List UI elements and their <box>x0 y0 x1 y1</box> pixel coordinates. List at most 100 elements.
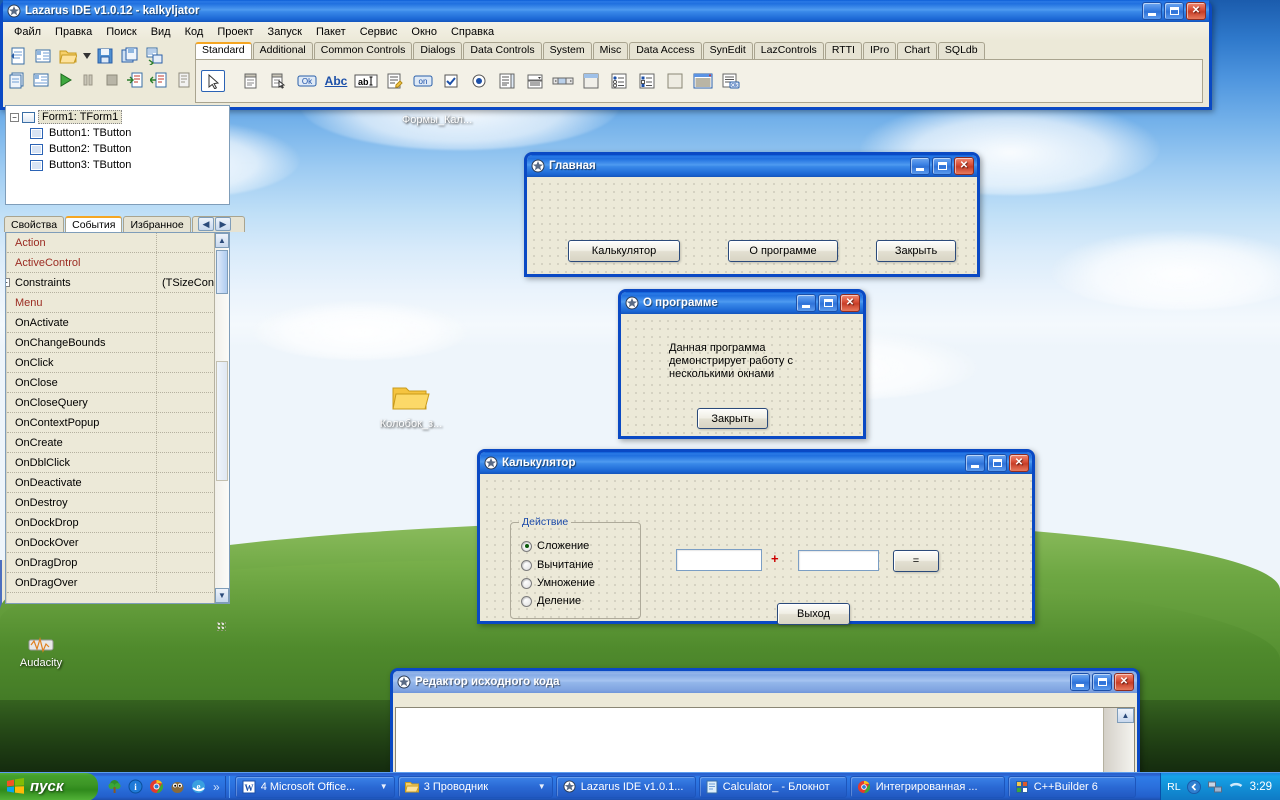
scrollbar-thumb-lower[interactable] <box>216 361 228 481</box>
chevron-up-icon[interactable]: ▲ <box>215 233 229 248</box>
info-icon[interactable]: i <box>127 779 143 795</box>
about-form-window[interactable]: О программе ✕ Данная программа демонстри… <box>618 289 866 439</box>
menu-code[interactable]: Код <box>178 24 211 40</box>
close-icon[interactable]: ✕ <box>1186 2 1206 20</box>
tcheckgroup-icon[interactable] <box>635 70 659 92</box>
clock[interactable]: 3:29 <box>1250 781 1272 793</box>
tradiobutton-icon[interactable] <box>467 70 491 92</box>
tlistbox-icon[interactable] <box>495 70 519 92</box>
close-icon[interactable]: ✕ <box>840 294 860 312</box>
maximize-icon[interactable] <box>1092 673 1112 691</box>
property-row[interactable]: OnDeactivate <box>7 473 229 493</box>
property-row[interactable]: +Constraints(TSizeConstraints) <box>6 273 229 293</box>
property-row[interactable]: OnCreate <box>7 433 229 453</box>
palette-tab-additional[interactable]: Additional <box>252 42 313 59</box>
menu-view[interactable]: Вид <box>144 24 178 40</box>
task-button-notepad[interactable]: Calculator_ - Блокнот <box>698 775 847 798</box>
ide-menubar[interactable]: Файл Правка Поиск Вид Код Проект Запуск … <box>3 22 1209 41</box>
task-button-explorer[interactable]: 3 Проводник ▼ <box>397 775 553 798</box>
save-all-icon[interactable] <box>119 45 141 67</box>
about-close-button[interactable]: Закрыть <box>697 408 768 429</box>
component-tree[interactable]: − Form1: TForm1 Button1: TButton Button2… <box>5 105 230 205</box>
maximize-icon[interactable] <box>818 294 838 312</box>
tlabel-icon[interactable]: Abc <box>323 70 349 92</box>
save-icon[interactable] <box>94 45 116 67</box>
maximize-icon[interactable] <box>987 454 1007 472</box>
task-button-microsoft-office[interactable]: W 4 Microsoft Office... ▼ <box>234 775 395 798</box>
source-editor-scrollbar[interactable]: ▲ <box>1103 708 1134 772</box>
calculator-button[interactable]: Калькулятор <box>568 240 680 262</box>
component-palette[interactable]: Standard Additional Common Controls Dial… <box>193 41 1209 107</box>
main-form-titlebar[interactable]: Главная ✕ <box>527 155 977 177</box>
palette-tabs[interactable]: Standard Additional Common Controls Dial… <box>193 41 1209 59</box>
palette-tab-lazcontrols[interactable]: LazControls <box>753 42 824 59</box>
gimp-icon[interactable] <box>169 779 185 795</box>
source-editor-window[interactable]: Редактор исходного кода ✕ ▲ <box>390 668 1140 778</box>
calculator-form-canvas[interactable]: Действие Сложение Вычитание Умножение Де… <box>480 474 1032 625</box>
close-main-button[interactable]: Закрыть <box>876 240 956 262</box>
calculator-form-window[interactable]: Калькулятор ✕ Действие Сложение Вычитани… <box>477 449 1035 625</box>
palette-tab-chart[interactable]: Chart <box>897 42 937 59</box>
task-button-lazarus[interactable]: Lazarus IDE v1.0.1... <box>555 775 696 798</box>
tree-node-button2[interactable]: Button2: TButton <box>10 141 225 157</box>
window-controls[interactable]: ✕ <box>1142 2 1206 20</box>
tpanel-icon[interactable] <box>663 70 687 92</box>
new-unit-icon[interactable] <box>7 45 29 67</box>
chevron-down-icon[interactable]: ▼ <box>538 782 546 791</box>
main-form-canvas[interactable]: Калькулятор О программе Закрыть <box>527 177 977 274</box>
palette-tab-data-access[interactable]: Data Access <box>629 42 702 59</box>
ide-toolbar[interactable] <box>3 41 193 107</box>
property-row[interactable]: OnClick <box>7 353 229 373</box>
palette-tab-standard[interactable]: Standard <box>195 42 252 59</box>
tree-icon[interactable] <box>106 779 122 795</box>
property-row[interactable]: OnDockDrop <box>7 513 229 533</box>
object-inspector-tabs[interactable]: Свойства События Избранное С ◀ ▶ <box>2 214 246 232</box>
exit-button[interactable]: Выход <box>777 603 850 625</box>
run-icon[interactable] <box>54 69 75 91</box>
collapse-icon[interactable]: − <box>10 112 19 122</box>
task-button-integrated[interactable]: Интегрированная ... <box>849 775 1005 798</box>
tab-events[interactable]: События <box>65 216 123 232</box>
menu-file[interactable]: Файл <box>7 24 48 40</box>
tree-node-button1[interactable]: Button1: TButton <box>10 125 225 141</box>
system-tray[interactable]: RL 3:29 <box>1160 772 1280 800</box>
close-icon[interactable]: ✕ <box>1009 454 1029 472</box>
calculator-form-titlebar[interactable]: Калькулятор ✕ <box>480 452 1032 474</box>
close-icon[interactable]: ✕ <box>954 157 974 175</box>
property-row[interactable]: Action <box>7 233 229 253</box>
menu-package[interactable]: Пакет <box>309 24 353 40</box>
property-row[interactable]: OnDragOver <box>7 573 229 593</box>
about-form-canvas[interactable]: Данная программа демонстрирует работу с … <box>621 314 863 436</box>
property-row[interactable]: OnDblClick <box>7 453 229 473</box>
operand1-input[interactable] <box>676 549 762 571</box>
minimize-icon[interactable] <box>1142 2 1162 20</box>
source-editor-titlebar[interactable]: Редактор исходного кода ✕ <box>393 671 1137 693</box>
palette-tab-synedit[interactable]: SynEdit <box>702 42 753 59</box>
tedit-icon[interactable]: ab <box>353 70 379 92</box>
radio-subtraction[interactable]: Вычитание <box>521 559 594 571</box>
main-form-window[interactable]: Главная ✕ Калькулятор О программе Закрыт… <box>524 152 980 277</box>
property-row[interactable]: OnDockOver <box>7 533 229 553</box>
property-grid[interactable]: Action ActiveControl +Constraints(TSizeC… <box>5 232 230 604</box>
palette-icon-strip[interactable]: Ok Abc ab on Ok <box>195 59 1203 103</box>
menu-window[interactable]: Окно <box>404 24 444 40</box>
stop-icon[interactable] <box>102 69 123 91</box>
menu-run[interactable]: Запуск <box>261 24 309 40</box>
property-grid-scrollbar[interactable]: ▲ ▼ <box>214 233 229 603</box>
tpopupmenu-icon[interactable] <box>267 70 291 92</box>
property-row[interactable]: ActiveControl <box>7 253 229 273</box>
property-row[interactable]: OnChangeBounds <box>7 333 229 353</box>
close-icon[interactable]: ✕ <box>1114 673 1134 691</box>
property-row[interactable]: OnActivate <box>7 313 229 333</box>
property-row[interactable]: OnCloseQuery <box>7 393 229 413</box>
window-controls[interactable]: ✕ <box>910 157 974 175</box>
maximize-icon[interactable] <box>932 157 952 175</box>
open-list-icon[interactable] <box>32 45 54 67</box>
object-inspector-window[interactable]: Инспектор объектов ✕ − Form1: TForm1 But… <box>0 85 246 634</box>
tree-node-form1[interactable]: − Form1: TForm1 <box>10 109 225 125</box>
pointer-icon[interactable] <box>201 70 225 92</box>
about-button[interactable]: О программе <box>728 240 838 262</box>
palette-tab-rtti[interactable]: RTTI <box>824 42 862 59</box>
ide-titlebar[interactable]: Lazarus IDE v1.0.12 - kalkyljator ✕ <box>3 0 1209 22</box>
property-row[interactable]: Menu <box>7 293 229 313</box>
